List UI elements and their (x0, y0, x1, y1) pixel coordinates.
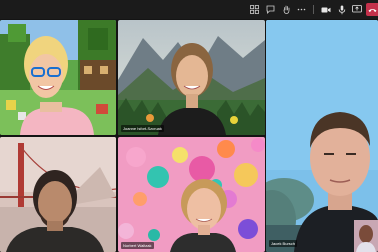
participant-video-4 (0, 137, 116, 252)
raise-hand-icon[interactable] (281, 3, 292, 16)
participant-tile-3[interactable]: Jacek Bursch (266, 20, 378, 252)
chat-icon[interactable] (265, 3, 276, 16)
participant-tile-4[interactable] (0, 137, 116, 252)
participant-tile-1[interactable] (0, 20, 116, 135)
participant-name-2: Joanne Isfort-Szcruak (121, 125, 164, 132)
camera-icon[interactable] (320, 3, 331, 16)
participant-name-3: Jacek Bursch (269, 240, 298, 247)
participant-video-1 (0, 20, 116, 135)
participant-video-2 (118, 20, 265, 135)
share-screen-icon[interactable] (351, 3, 362, 16)
participant-name-5: Norbert Waltzak (121, 242, 154, 249)
participant-tile-2[interactable]: Joanne Isfort-Szcruak (118, 20, 265, 135)
participant-video-3 (266, 20, 378, 252)
mic-icon[interactable] (336, 3, 347, 16)
participant-video-5 (118, 137, 265, 252)
toolbar-divider (313, 5, 314, 14)
apps-icon[interactable] (249, 3, 260, 16)
meeting-toolbar (0, 0, 378, 19)
leave-icon[interactable] (366, 3, 378, 16)
participant-tile-5[interactable]: Norbert Waltzak (118, 137, 265, 252)
more-icon[interactable] (296, 3, 307, 16)
